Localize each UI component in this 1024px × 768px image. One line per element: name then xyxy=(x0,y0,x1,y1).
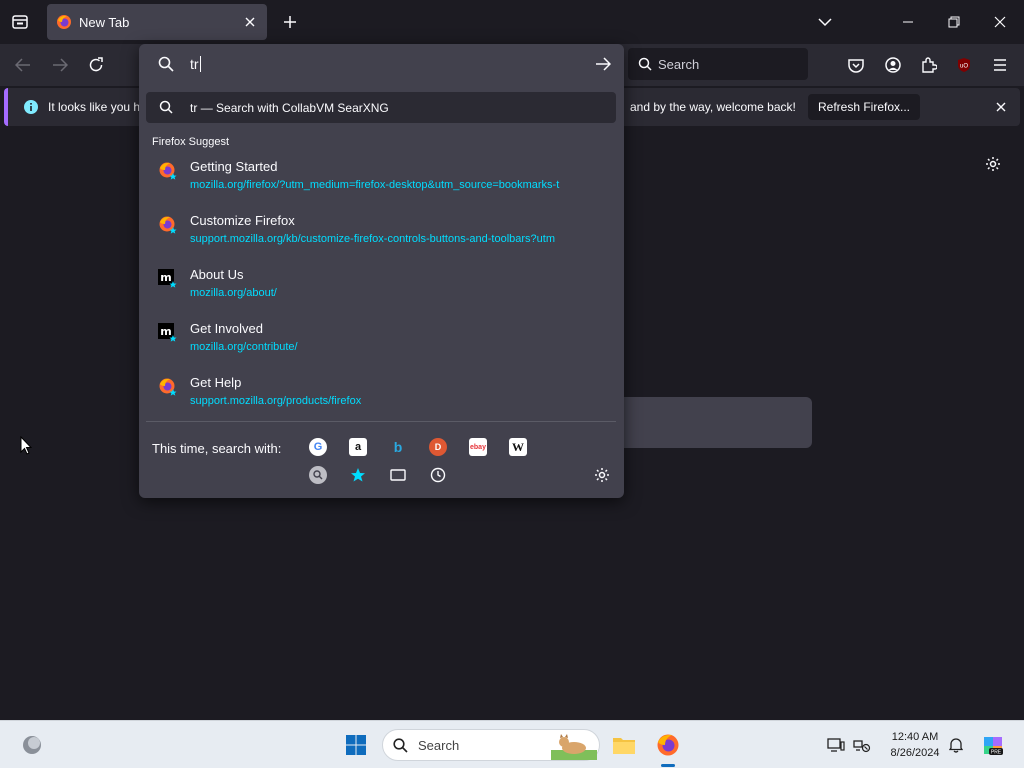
result-title: Getting Started xyxy=(190,159,278,174)
network-disconnected-icon[interactable] xyxy=(852,735,872,755)
active-app-indicator xyxy=(661,764,675,767)
info-icon xyxy=(24,100,38,114)
taskbar-search-box[interactable]: Search xyxy=(382,729,600,761)
mouse-cursor-icon xyxy=(20,436,32,455)
go-arrow-icon[interactable] xyxy=(595,57,611,71)
result-title: About Us xyxy=(190,267,244,282)
search-icon xyxy=(638,57,652,71)
svg-text:m: m xyxy=(160,271,171,284)
duckduckgo-engine-icon[interactable]: D xyxy=(429,438,447,456)
refresh-firefox-button[interactable]: Refresh Firefox... xyxy=(808,94,920,120)
bookmarks-star-icon[interactable] xyxy=(349,466,367,484)
searxng-engine-icon[interactable] xyxy=(309,466,327,484)
address-bar-dropdown: tr tr — Search with CollabVM SearXNG Fir… xyxy=(139,44,624,498)
svg-text:PRE: PRE xyxy=(991,750,1002,756)
wikipedia-engine-icon[interactable]: W xyxy=(509,438,527,456)
close-notification-icon[interactable] xyxy=(992,98,1010,116)
forward-arrow-icon[interactable] xyxy=(49,54,71,76)
taskbar-clock[interactable]: 12:40 AM 8/26/2024 xyxy=(880,729,950,761)
ublock-origin-icon[interactable]: uO xyxy=(953,54,975,76)
bing-engine-icon[interactable]: b xyxy=(389,438,407,456)
result-row[interactable]: m About Us mozilla.org/about/ xyxy=(139,267,624,319)
search-highlight-cat-icon xyxy=(551,734,597,760)
close-window-icon[interactable] xyxy=(990,12,1010,32)
display-icon[interactable] xyxy=(826,735,846,755)
mozilla-m-icon: m xyxy=(158,323,177,342)
firefox-taskbar-icon[interactable] xyxy=(655,732,681,758)
result-url: mozilla.org/contribute/ xyxy=(190,341,298,353)
firefox-view-icon[interactable] xyxy=(8,10,32,34)
this-time-search-with-label: This time, search with: xyxy=(152,441,282,456)
result-title: Get Involved xyxy=(190,321,263,336)
search-suggestion-text: tr — Search with CollabVM SearXNG xyxy=(190,101,389,115)
copilot-pre-icon[interactable]: PRE xyxy=(980,732,1006,758)
list-all-tabs-chevron-icon[interactable] xyxy=(815,12,835,32)
screen: New Tab Search uO It looks like you ha a… xyxy=(0,0,1024,768)
search-icon xyxy=(393,738,408,753)
result-title: Get Help xyxy=(190,375,242,390)
address-bar-text: tr xyxy=(190,56,201,72)
toolbar-search-placeholder: Search xyxy=(658,56,700,72)
widgets-weather-icon[interactable] xyxy=(20,733,44,757)
firefox-suggest-label: Firefox Suggest xyxy=(152,136,230,148)
menu-hamburger-icon[interactable] xyxy=(989,54,1011,76)
windows-start-icon[interactable] xyxy=(343,732,369,758)
newtab-settings-gear-icon[interactable] xyxy=(982,153,1004,175)
notification-bell-icon[interactable] xyxy=(946,735,966,755)
search-icon xyxy=(158,56,174,72)
divider xyxy=(146,421,616,422)
toolbar-search-input[interactable]: Search xyxy=(628,48,808,80)
account-icon[interactable] xyxy=(882,54,904,76)
taskbar-search-label: Search xyxy=(418,738,460,753)
result-url: mozilla.org/about/ xyxy=(190,287,277,299)
svg-text:uO: uO xyxy=(960,64,968,70)
clock-time: 12:40 AM xyxy=(891,731,939,743)
windows-taskbar: Search 12:40 AM 8/26/2024 PRE xyxy=(0,720,1024,768)
result-url: support.mozilla.org/kb/customize-firefox… xyxy=(190,233,555,245)
result-row[interactable]: Customize Firefox support.mozilla.org/kb… xyxy=(139,213,624,265)
tabs-icon[interactable] xyxy=(389,466,407,484)
google-engine-icon[interactable]: G xyxy=(309,438,327,456)
mozilla-m-icon: m xyxy=(158,269,177,288)
tab-new-tab[interactable]: New Tab xyxy=(47,4,267,40)
back-arrow-icon[interactable] xyxy=(12,54,34,76)
tab-bar: New Tab xyxy=(0,0,1024,44)
search-icon xyxy=(159,100,173,114)
result-title: Customize Firefox xyxy=(190,213,295,228)
tab-close-icon[interactable] xyxy=(241,13,259,31)
result-row[interactable]: m Get Involved mozilla.org/contribute/ xyxy=(139,321,624,373)
minimize-icon[interactable] xyxy=(898,12,918,32)
firefox-logo-icon xyxy=(159,216,177,234)
search-settings-gear-icon[interactable] xyxy=(593,466,611,484)
firefox-logo-icon xyxy=(57,15,71,29)
notification-text-end: and by the way, welcome back! xyxy=(630,100,796,114)
result-row[interactable]: Getting Started mozilla.org/firefox/?utm… xyxy=(139,159,624,211)
ebay-engine-icon[interactable]: ebay xyxy=(469,438,487,456)
search-suggestion-row[interactable]: tr — Search with CollabVM SearXNG xyxy=(146,92,616,123)
history-clock-icon[interactable] xyxy=(429,466,447,484)
result-row[interactable]: Get Help support.mozilla.org/products/fi… xyxy=(139,375,624,427)
clock-date: 8/26/2024 xyxy=(890,747,940,759)
result-url: support.mozilla.org/products/firefox xyxy=(190,395,362,407)
new-tab-plus-icon[interactable] xyxy=(280,12,300,32)
reload-icon[interactable] xyxy=(85,54,107,76)
extensions-puzzle-icon[interactable] xyxy=(918,54,940,76)
tab-title: New Tab xyxy=(79,14,130,30)
file-explorer-icon[interactable] xyxy=(611,732,637,758)
address-bar-input[interactable]: tr xyxy=(139,44,624,84)
restore-icon[interactable] xyxy=(944,12,964,32)
result-url: mozilla.org/firefox/?utm_medium=firefox-… xyxy=(190,179,560,191)
svg-text:m: m xyxy=(160,325,171,338)
pocket-icon[interactable] xyxy=(845,54,867,76)
firefox-logo-icon xyxy=(159,378,177,396)
notification-text-start: It looks like you ha xyxy=(48,100,147,114)
amazon-engine-icon[interactable]: a xyxy=(349,438,367,456)
firefox-logo-icon xyxy=(159,162,177,180)
